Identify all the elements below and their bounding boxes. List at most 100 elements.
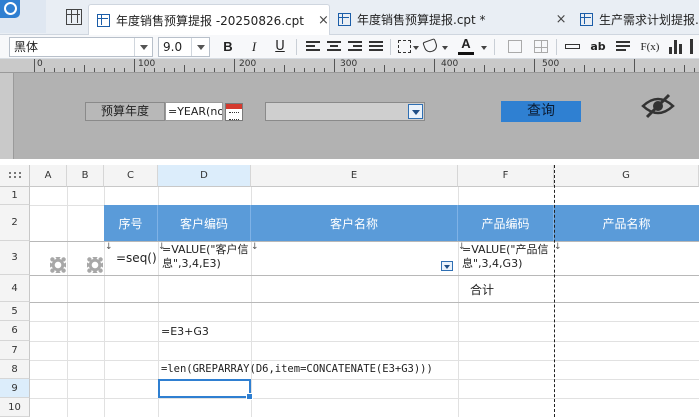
sheet-corner[interactable] [0, 165, 30, 187]
text-color-button[interactable]: A [458, 36, 474, 56]
ruler-tick [234, 59, 235, 72]
row-header-9[interactable]: 9 [0, 379, 30, 398]
app-search-button[interactable] [0, 0, 46, 33]
ruler-tick [494, 68, 495, 72]
underline-button[interactable]: U [272, 38, 288, 56]
grid-icon[interactable] [66, 9, 82, 25]
dropdown-widget-icon[interactable] [441, 261, 453, 271]
column-header-b[interactable]: B [67, 165, 104, 187]
align-left-icon[interactable] [306, 41, 320, 53]
row-header-3[interactable]: 3 [0, 241, 30, 275]
query-button[interactable]: 查询 [501, 101, 581, 122]
eye-off-icon[interactable] [641, 93, 675, 119]
text-color-letter: A [461, 36, 471, 51]
paragraph-icon[interactable] [616, 41, 630, 53]
cell-f3[interactable]: =VALUE("产品信息",3,4,G3) [462, 243, 554, 274]
row-header-8[interactable]: 8 [0, 360, 30, 379]
row-header-5[interactable]: 5 [0, 302, 30, 321]
row-header-7[interactable]: 7 [0, 341, 30, 360]
column-header-g[interactable]: G [554, 165, 699, 187]
ruler-tick [324, 68, 325, 72]
close-icon[interactable]: × [556, 12, 567, 27]
cell-d6[interactable]: =E3+G3 [161, 325, 209, 338]
border-icon[interactable] [398, 40, 411, 53]
cell-style-icon[interactable] [565, 44, 580, 49]
ruler-tick [184, 65, 185, 72]
gear-icon[interactable] [87, 257, 103, 273]
more-icon[interactable] [690, 39, 693, 54]
ruler-tick [254, 68, 255, 72]
header-cell-product-code[interactable]: 产品编码 [458, 205, 554, 241]
budget-year-label: 预算年度 [85, 102, 165, 121]
tab-label: 年度销售预算提报.cpt * [357, 13, 486, 27]
font-family-select[interactable]: 黑体 [9, 37, 153, 57]
calendar-icon[interactable] [225, 103, 243, 121]
column-header-f[interactable]: F [458, 165, 554, 187]
cell-d3[interactable]: =VALUE("客户信息",3,4,E3) [162, 243, 254, 274]
ruler-tick [34, 59, 35, 72]
grid-line [30, 398, 699, 399]
row-header-2[interactable]: 2 [0, 205, 30, 241]
bold-button[interactable]: B [220, 38, 236, 56]
ruler-tick [104, 68, 105, 72]
budget-year-input[interactable]: =YEAR(now [165, 102, 223, 121]
column-header-a[interactable]: A [30, 165, 67, 187]
report-sheet: A B C D E F G 1 2 3 4 5 6 7 8 9 10 序号 客户… [0, 165, 699, 417]
tab-budget[interactable]: 年度销售预算提报.cpt * × [330, 4, 566, 35]
ruler-tick [414, 68, 415, 72]
font-family-value: 黑体 [14, 40, 39, 54]
tab-production-plan[interactable]: 生产需求计划提报.cpt [572, 4, 699, 35]
parameter-combo-box[interactable] [265, 102, 425, 121]
header-cell-customer-code[interactable]: 客户编码 [158, 205, 251, 241]
text-wrap-button[interactable]: ab [590, 38, 606, 56]
column-header-d[interactable]: D [158, 165, 251, 187]
chevron-down-icon[interactable] [481, 46, 487, 50]
align-center-icon[interactable] [327, 41, 341, 53]
ruler-tick [304, 68, 305, 72]
chevron-down-icon[interactable] [191, 38, 209, 56]
fill-color-icon[interactable] [422, 38, 439, 54]
column-header-c[interactable]: C [104, 165, 158, 187]
formula-button[interactable]: F(x) [639, 38, 661, 56]
dropdown-arrow-icon[interactable] [408, 104, 423, 119]
header-cell-product-name[interactable]: 产品名称 [554, 205, 699, 241]
header-cell-customer-name[interactable]: 客户名称 [251, 205, 458, 241]
cell-c3[interactable]: =seq() [116, 251, 157, 265]
chart-icon[interactable] [668, 39, 682, 54]
column-header-e[interactable]: E [251, 165, 458, 187]
chevron-down-icon[interactable] [413, 46, 419, 50]
ruler-tick [634, 59, 635, 72]
ruler-tick [504, 68, 505, 72]
ruler-tick [614, 68, 615, 72]
ruler-tick [524, 68, 525, 72]
search-icon [0, 0, 20, 18]
split-cells-icon[interactable] [534, 40, 548, 53]
ruler-tick [484, 65, 485, 72]
header-cell-seq[interactable]: 序号 [104, 205, 158, 241]
merge-cells-icon[interactable] [508, 40, 522, 53]
selected-cell-d9[interactable] [158, 379, 253, 400]
ruler-tick [74, 68, 75, 72]
ruler-tick [514, 68, 515, 72]
ruler-tick [54, 68, 55, 72]
italic-button[interactable]: I [246, 38, 262, 56]
ruler-tick [584, 65, 585, 72]
align-justify-icon[interactable] [369, 41, 383, 53]
gear-icon[interactable] [50, 257, 66, 273]
tab-budget-20250826[interactable]: 年度销售预算提报 -20250826.cpt × [88, 4, 330, 35]
row-header-4[interactable]: 4 [0, 275, 30, 302]
align-right-icon[interactable] [348, 41, 362, 53]
ruler-tick [594, 68, 595, 72]
chevron-down-icon[interactable] [134, 38, 152, 56]
close-icon[interactable]: × [318, 13, 329, 28]
cell-d8[interactable]: =len(GREPARRAY(D6,item=CONCATENATE(E3+G3… [161, 363, 433, 375]
font-size-select[interactable]: 9.0 [158, 37, 210, 57]
cell-total-label[interactable]: 合计 [470, 281, 494, 298]
ruler-tick [684, 65, 685, 72]
chevron-down-icon[interactable] [442, 46, 448, 50]
ruler-tick [694, 68, 695, 72]
ruler-tick [94, 68, 95, 72]
row-header-1[interactable]: 1 [0, 187, 30, 205]
row-header-6[interactable]: 6 [0, 321, 30, 341]
row-header-10[interactable]: 10 [0, 398, 30, 417]
